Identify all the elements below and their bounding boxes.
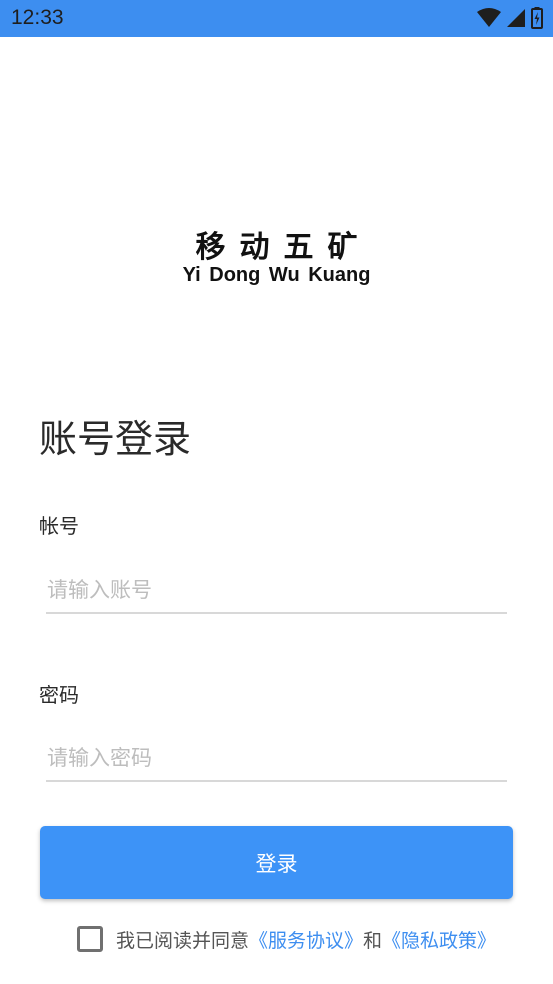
password-label: 密码 (39, 683, 79, 707)
page-title: 账号登录 (39, 417, 192, 461)
status-icons (477, 7, 543, 29)
status-bar: 12:33 (0, 0, 553, 37)
agreement-row: 我已阅读并同意 《服务协议》 和 《隐私政策》 (77, 924, 496, 954)
password-field-wrapper (46, 738, 507, 782)
status-time: 12:33 (11, 6, 64, 29)
password-input[interactable] (46, 738, 507, 778)
account-input[interactable] (46, 570, 507, 610)
agreement-conjunction: 和 (363, 929, 383, 952)
app-logo-subtitle: Yi Dong Wu Kuang (182, 264, 371, 286)
battery-charging-icon (531, 7, 543, 29)
agreement-checkbox[interactable] (77, 926, 103, 952)
privacy-policy-link[interactable]: 《隐私政策》 (382, 926, 496, 953)
app-logo-title: 移动五矿 (195, 230, 372, 265)
wifi-icon (477, 8, 501, 28)
account-field-wrapper (46, 570, 507, 614)
signal-icon (507, 8, 525, 28)
account-label: 帐号 (39, 514, 79, 538)
service-agreement-link[interactable]: 《服务协议》 (249, 926, 363, 953)
login-button[interactable]: 登录 (40, 826, 513, 899)
agreement-text: 我已阅读并同意 (116, 929, 250, 952)
